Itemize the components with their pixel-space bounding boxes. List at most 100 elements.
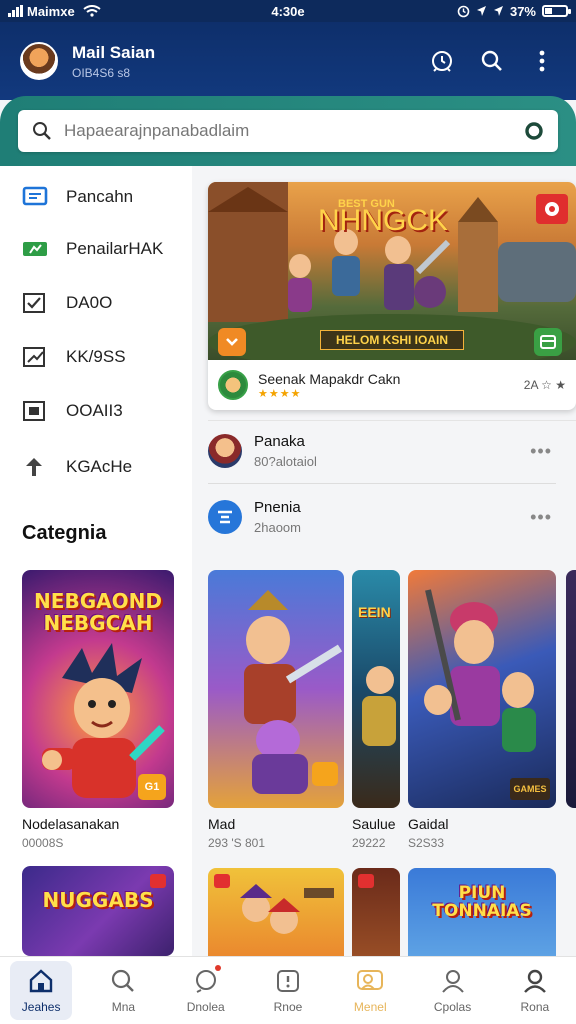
adventurer-illustration — [424, 589, 536, 752]
list-item-title: Pnenia — [254, 499, 301, 516]
game-card-banner: PIUN TONNAIAS — [432, 883, 532, 921]
signal-arrow-icon — [493, 6, 503, 16]
list-item-text: Pnenia 2haoom — [254, 499, 301, 535]
download-button[interactable] — [218, 328, 246, 356]
info-icon — [276, 969, 299, 992]
sidebar-item-label: KGAcHe — [66, 457, 133, 476]
game-badge — [312, 762, 338, 786]
sidebar-item-ooaii3[interactable]: OOAII3 — [22, 396, 123, 426]
overflow-menu-button[interactable] — [528, 47, 556, 75]
game-card[interactable] — [208, 868, 344, 956]
list-item[interactable]: Pnenia 2haoom ••• — [208, 486, 568, 548]
nav-tab-label: Jeahes — [21, 999, 61, 1014]
game-card-peek[interactable] — [566, 570, 576, 808]
nav-tab-label: Dnolea — [186, 999, 225, 1014]
featured-title: NHNGCK — [318, 204, 449, 237]
bottom-nav: Jeahes Mna Dnolea Rnoe Menel Cpolas Rona — [0, 956, 576, 1024]
search-input[interactable] — [64, 121, 524, 141]
checkbox-icon — [23, 293, 45, 313]
featured-count: 2A ☆ ★ — [523, 378, 566, 392]
category-card-art: NEBGAOND NEBGCAH G1 — [22, 570, 174, 808]
user-subtitle: OIB4S6 s8 — [72, 65, 131, 80]
game-badge: GAMES — [510, 778, 550, 800]
list-item-subtitle: 80?alotaiol — [254, 454, 317, 469]
alarm-icon — [457, 5, 470, 17]
sidebar-item-daoo[interactable]: DA0O — [22, 288, 112, 318]
game-card[interactable] — [352, 868, 400, 956]
calendar-icon — [23, 401, 45, 421]
sidebar-item-penailarhak[interactable]: PenailarHAK — [22, 234, 163, 264]
game-card-title: Saulue — [352, 816, 396, 832]
voice-icon[interactable] — [524, 121, 544, 141]
nav-tab-rona[interactable]: Rona — [494, 957, 576, 1024]
game-card[interactable]: PIUN TONNAIAS — [408, 868, 556, 956]
home-icon — [29, 968, 53, 992]
app-screen: Maimxe 4:30e 37% Mail Saian OIB4S6 s8 Ha… — [0, 0, 576, 1024]
nav-tab-menel[interactable]: Menel — [329, 957, 411, 1024]
search-icon — [33, 122, 51, 140]
game-badge — [358, 874, 374, 888]
ticket-icon — [23, 242, 47, 256]
notification-button[interactable] — [428, 47, 456, 75]
more-options-button[interactable]: ••• — [530, 441, 568, 462]
nav-tab-label: Cpolas — [433, 999, 472, 1014]
game-card[interactable]: Mad 293 'S 801 — [208, 570, 344, 850]
nav-tab-label: Mna — [111, 999, 136, 1014]
sidebar-item-kk9ss[interactable]: KK/9SS — [22, 342, 126, 372]
game-badge: G1 — [138, 774, 166, 800]
game-card-art — [566, 570, 576, 808]
avatar[interactable] — [20, 42, 58, 80]
nav-tab-mna[interactable]: Mna — [82, 957, 164, 1024]
nav-tab-label: Menel — [353, 999, 387, 1014]
chat-icon — [22, 186, 48, 206]
nav-tab-rnoe[interactable]: Rnoe — [247, 957, 329, 1024]
chevron-down-icon — [226, 338, 238, 346]
game-badge — [214, 874, 230, 888]
category-card-banner: NUGGABS — [42, 888, 154, 912]
search-icon — [112, 969, 135, 992]
header-actions — [428, 47, 556, 75]
battery-fill — [545, 8, 553, 14]
game-logo-icon — [545, 202, 559, 216]
category-title: Categnia — [22, 522, 107, 544]
nav-tab-cpolas[interactable]: Cpolas — [411, 957, 493, 1024]
game-card-art — [352, 868, 400, 956]
featured-footer: Seenak Mapakdr Cakn ★★★★ 2A ☆ ★ — [208, 360, 576, 410]
game-card[interactable]: EEIN Saulue 29222 — [352, 570, 400, 850]
sidebar-item-pancahn[interactable]: Pancahn — [22, 182, 133, 212]
timer-icon — [432, 51, 452, 72]
featured-badge — [536, 194, 568, 224]
wifi-icon — [83, 5, 101, 17]
more-options-button[interactable]: ••• — [530, 507, 568, 528]
game-card-meta: 29222 — [352, 836, 386, 850]
share-button[interactable] — [534, 328, 562, 356]
user-name: Mail Saian — [72, 42, 156, 62]
battery-icon — [542, 5, 571, 17]
category-card[interactable]: NUGGABS — [22, 866, 174, 956]
game-card-art — [208, 570, 344, 808]
list-item[interactable]: Panaka 80?alotaiol ••• — [208, 420, 568, 482]
featured-card[interactable]: BEST GUN NHNGCK HELOM KSHI IOAIN Seenak … — [208, 182, 576, 410]
nav-tab-dnolea[interactable]: Dnolea — [165, 957, 247, 1024]
game-card-meta: 293 'S 801 — [208, 836, 266, 850]
sidebar-item-label: KK/9SS — [66, 347, 126, 366]
list-item-subtitle: 2haoom — [254, 520, 301, 535]
people-icon — [357, 969, 384, 990]
search-box[interactable] — [18, 110, 558, 152]
category-card[interactable]: NEBGAOND NEBGCAH G1 Nodelasanakan 00008S — [22, 570, 174, 850]
rating-stars: ★★★★ — [258, 387, 302, 400]
game-card-title: Gaidal — [408, 816, 449, 832]
status-bar: Maimxe 4:30e 37% — [0, 0, 576, 22]
list-item-text: Panaka 80?alotaiol — [254, 433, 317, 469]
battery-percent: 37% — [509, 3, 536, 19]
game-badge — [150, 874, 166, 888]
game-card-art: GAMES — [408, 570, 556, 808]
status-left: Maimxe — [8, 4, 101, 19]
status-right: 37% — [457, 3, 571, 19]
search-icon — [481, 50, 502, 71]
user-block: Mail Saian OIB4S6 s8 — [72, 43, 155, 80]
nav-tab-jeahes[interactable]: Jeahes — [0, 957, 82, 1024]
game-card[interactable]: GAMES Gaidal S2S33 — [408, 570, 556, 850]
sidebar-item-kgache[interactable]: KGAcHe — [22, 452, 132, 482]
search-button[interactable] — [478, 47, 506, 75]
